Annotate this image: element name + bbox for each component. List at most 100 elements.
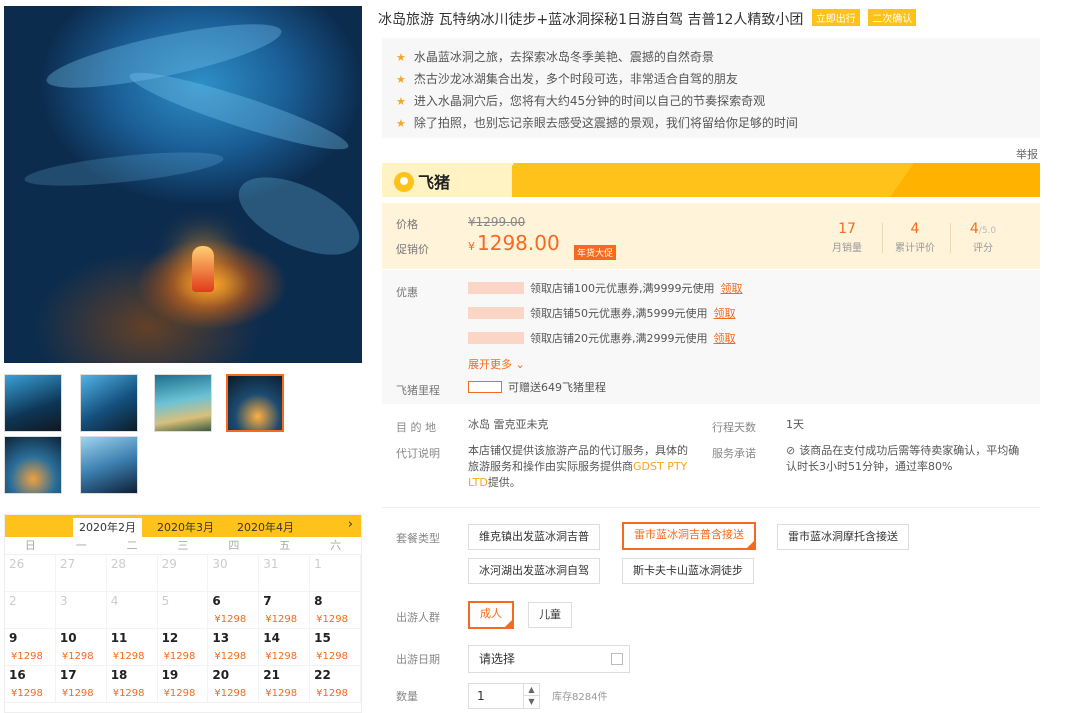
star-icon: ★ [396, 51, 406, 64]
calendar-day[interactable]: 7 ¥1298 [259, 592, 311, 629]
package-option[interactable]: 斯卡夫卡山蓝冰洞徒步 [622, 558, 754, 584]
calendar-day-disabled: 27 [55, 555, 107, 592]
tag-confirm: 二次确认 [868, 9, 917, 26]
calendar-day[interactable]: 22 ¥1298 [310, 666, 361, 703]
calendar-day-disabled: 30 [208, 555, 260, 592]
report-link[interactable]: 举报 [1016, 146, 1038, 162]
person-with-lantern [192, 246, 214, 292]
day-price: ¥1298 [61, 651, 94, 662]
day-number: 18 [110, 668, 128, 682]
miles-text: 可赠送649飞猪里程 [508, 381, 606, 394]
travel-date-label: 出游日期 [396, 653, 440, 666]
stat-total-reviews[interactable]: 4 累计评价 [880, 221, 950, 254]
day-number: 31 [263, 557, 279, 571]
coupon-row: 领取店铺100元优惠券,满9999元使用 领取 [468, 280, 743, 298]
weekday-label: 二 [126, 539, 138, 552]
package-label: 套餐类型 [396, 532, 440, 545]
package-option-selected[interactable]: 雷市蓝冰洞吉普含接送 [622, 522, 756, 550]
day-number: 2 [9, 594, 17, 608]
quantity-stepper[interactable]: 1 ▲ ▼ [468, 683, 540, 709]
day-price: ¥1298 [112, 651, 145, 662]
day-number: 22 [314, 668, 331, 682]
calendar-day[interactable]: 9 ¥1298 [5, 629, 56, 666]
traveler-adult-option[interactable]: 成人 [468, 601, 514, 629]
promo-price-label: 促销价 [396, 243, 429, 256]
current-price-value: 1298.00 [477, 231, 560, 255]
calendar-day[interactable]: 6 ¥1298 [208, 592, 260, 629]
day-number: 16 [9, 668, 26, 682]
thumbnail[interactable] [154, 374, 212, 432]
calendar-day[interactable]: 17 ¥1298 [55, 666, 107, 703]
calendar-day[interactable]: 19 ¥1298 [157, 666, 209, 703]
currency-symbol: ¥ [468, 240, 475, 253]
day-number: 7 [263, 594, 272, 608]
expand-more-text: 展开更多 [468, 358, 512, 371]
calendar-day[interactable]: 18 ¥1298 [106, 666, 158, 703]
day-price: ¥1298 [11, 688, 43, 699]
travel-date-placeholder: 请选择 [479, 652, 516, 666]
thumbnail[interactable] [80, 436, 138, 494]
claim-coupon-link[interactable]: 领取 [714, 307, 736, 320]
calendar-day[interactable]: 20 ¥1298 [208, 666, 260, 703]
highlight-item: ★ 水晶蓝冰洞之旅，去探索冰岛冬季美艳、震撼的自然奇景 [396, 46, 1026, 68]
promo-badge: 年货大促 [574, 245, 617, 260]
day-number: 29 [161, 557, 177, 571]
day-number: 19 [161, 668, 179, 682]
calendar-icon [611, 653, 623, 665]
promotions-panel: 优惠 领取店铺100元优惠券,满9999元使用 领取 领取店铺50元优惠券,满59… [382, 270, 1040, 404]
calendar-day[interactable]: 15 ¥1298 [310, 629, 361, 666]
chevron-right-icon[interactable]: › [348, 517, 353, 532]
tag-instant: 立即出行 [811, 9, 860, 26]
quantity-value: 1 [477, 689, 485, 703]
weekday-label: 四 [228, 539, 240, 552]
travel-date-input[interactable]: 请选择 [468, 645, 630, 673]
thumbnail[interactable] [4, 374, 62, 432]
miles-row: 可赠送649飞猪里程 [468, 379, 606, 397]
weekday-header: 日一二三四五六 [5, 537, 361, 555]
miles-label: 飞猪里程 [396, 384, 440, 397]
stat-label: 评分 [973, 243, 993, 254]
package-option[interactable]: 冰河湖出发蓝冰洞自驾 [468, 558, 600, 584]
calendar-day[interactable]: 8 ¥1298 [310, 592, 361, 629]
thumbnail-selected[interactable] [226, 374, 284, 432]
calendar-day[interactable]: 12 ¥1298 [157, 629, 209, 666]
expand-more-link[interactable]: 展开更多 ⌄ [468, 356, 525, 372]
destination-label: 目 的 地 [396, 421, 436, 434]
calendar-day[interactable]: 13 ¥1298 [208, 629, 260, 666]
thumbnail[interactable] [4, 436, 62, 494]
date-calendar: 2020年2月 2020年3月 2020年4月 › 日一二三四五六 26 27 28… [4, 514, 362, 713]
star-icon: ★ [396, 95, 406, 108]
month-tab-apr[interactable]: 2020年4月 [231, 518, 300, 537]
month-tab-feb[interactable]: 2020年2月 [73, 518, 142, 537]
highlights-list: ★ 水晶蓝冰洞之旅，去探索冰岛冬季美艳、震撼的自然奇景 ★ 杰古沙龙冰湖集合出发，多… [382, 38, 1040, 138]
day-number: 20 [212, 668, 230, 682]
traveler-child-option[interactable]: 儿童 [528, 602, 572, 628]
calendar-day[interactable]: 14 ¥1298 [259, 629, 311, 666]
day-number: 9 [9, 631, 18, 645]
increment-arrow-icon[interactable]: ▲ [523, 684, 539, 696]
calendar-day[interactable]: 11 ¥1298 [106, 629, 158, 666]
decrement-arrow-icon[interactable]: ▼ [523, 696, 539, 708]
current-price: ¥1298.00 [468, 231, 560, 255]
day-number: 11 [110, 631, 128, 645]
day-price: ¥1298 [316, 651, 348, 662]
calendar-day[interactable]: 16 ¥1298 [5, 666, 56, 703]
claim-coupon-link[interactable]: 领取 [714, 332, 736, 345]
coupon-row: 领取店铺50元优惠券,满5999元使用 领取 [468, 305, 736, 323]
stock-count: 库存8284件 [552, 692, 608, 703]
stat-rating: 4/5.0 评分 [948, 221, 1018, 254]
price-label: 价格 [396, 218, 418, 231]
month-tab-mar[interactable]: 2020年3月 [151, 518, 220, 537]
day-price: ¥1298 [11, 651, 43, 662]
coupon-text: 领取店铺20元优惠券,满2999元使用 [530, 332, 708, 345]
thumbnail[interactable] [80, 374, 138, 432]
highlight-item: ★ 进入水晶洞穴后，您将有大约45分钟的时间以自己的节奏探索奇观 [396, 90, 1026, 112]
agency-end: 提供。 [487, 476, 521, 489]
day-number: 26 [9, 557, 25, 571]
package-option[interactable]: 维克镇出发蓝冰洞吉普 [468, 524, 600, 550]
day-number: 14 [263, 631, 280, 645]
calendar-day[interactable]: 10 ¥1298 [55, 629, 107, 666]
claim-coupon-link[interactable]: 领取 [721, 282, 743, 295]
calendar-day[interactable]: 21 ¥1298 [259, 666, 311, 703]
package-option[interactable]: 雷市蓝冰洞摩托含接送 [777, 524, 909, 550]
